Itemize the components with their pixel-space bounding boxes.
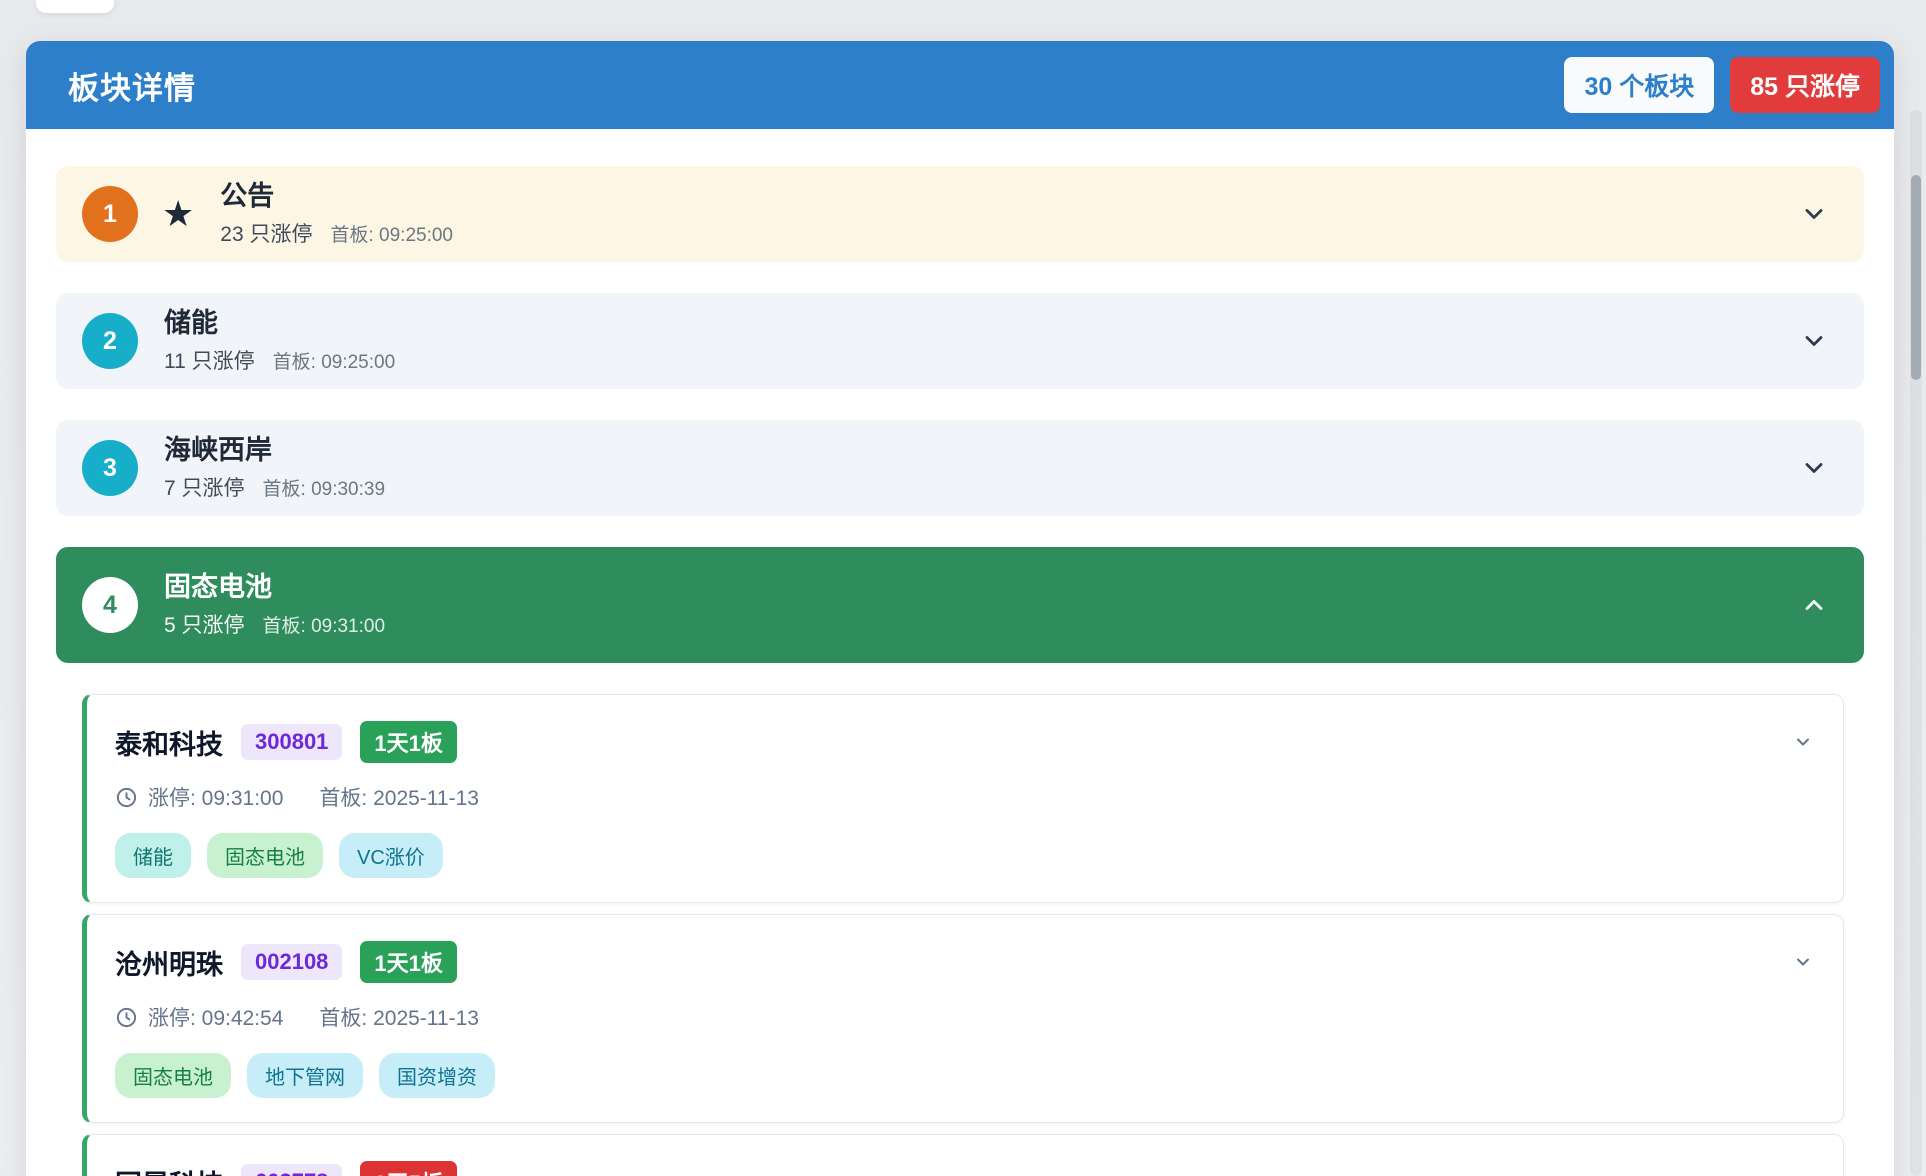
sector-rank-badge: 2 bbox=[82, 313, 138, 369]
header-badges: 30 个板块 85 只涨停 bbox=[1564, 57, 1880, 113]
stock-card[interactable]: 泰和科技 300801 1天1板 涨停: 09:31:00 首板: 2025-1… bbox=[82, 694, 1844, 903]
sector-rank-badge: 4 bbox=[82, 577, 138, 633]
chevron-down-icon[interactable] bbox=[1800, 327, 1828, 355]
sector-text: 储能 11 只涨停 首板: 09:25:00 bbox=[164, 307, 395, 375]
stock-code-badge: 002108 bbox=[241, 944, 342, 980]
concept-tag[interactable]: 固态电池 bbox=[115, 1053, 231, 1098]
stock-card[interactable]: 国晟科技 603778 9天5板 涨停: 09:45:52 首板: 2025-1… bbox=[82, 1134, 1844, 1176]
board-count-badge: 9天5板 bbox=[360, 1161, 456, 1176]
stock-meta: 涨停: 09:42:54 首板: 2025-11-13 bbox=[115, 1002, 1813, 1032]
board-count-badge: 1天1板 bbox=[360, 941, 456, 983]
sector-list: 1 ★ 公告 23 只涨停 首板: 09:25:00 2 储能 11 只涨停 首… bbox=[56, 166, 1864, 663]
scrollbar-track[interactable] bbox=[1910, 110, 1922, 1176]
first-board-date: 首板: 2025-11-13 bbox=[319, 1002, 479, 1032]
sector-subtitle: 11 只涨停 首板: 09:25:00 bbox=[164, 345, 395, 375]
stock-tags: 储能固态电池 VC涨价 bbox=[115, 833, 1813, 878]
stock-meta: 涨停: 09:31:00 首板: 2025-11-13 bbox=[115, 782, 1813, 812]
limit-up-time: 涨停: 09:31:00 bbox=[148, 782, 283, 812]
first-board-date: 首板: 2025-11-13 bbox=[319, 782, 479, 812]
stock-name: 泰和科技 bbox=[115, 723, 223, 762]
sector-row[interactable]: 1 ★ 公告 23 只涨停 首板: 09:25:00 bbox=[56, 166, 1864, 262]
chevron-down-icon[interactable] bbox=[1800, 200, 1828, 228]
sector-text: 海峡西岸 7 只涨停 首板: 09:30:39 bbox=[164, 434, 385, 502]
sector-count-badge: 30 个板块 bbox=[1564, 57, 1714, 113]
sector-text: 固态电池 5 只涨停 首板: 09:31:00 bbox=[164, 571, 385, 639]
sector-first-board-time: 首板: 09:31:00 bbox=[263, 611, 386, 638]
sector-subtitle: 7 只涨停 首板: 09:30:39 bbox=[164, 472, 385, 502]
sector-first-board-time: 首板: 09:30:39 bbox=[263, 474, 386, 501]
panel-body: 1 ★ 公告 23 只涨停 首板: 09:25:00 2 储能 11 只涨停 首… bbox=[26, 129, 1894, 1176]
concept-tag[interactable]: VC涨价 bbox=[339, 833, 443, 878]
stock-card[interactable]: 沧州明珠 002108 1天1板 涨停: 09:42:54 首板: 2025-1… bbox=[82, 914, 1844, 1123]
stock-code-badge: 300801 bbox=[241, 724, 342, 760]
sector-detail-panel: 板块详情 30 个板块 85 只涨停 1 ★ 公告 23 只涨停 首板: 09:… bbox=[26, 41, 1894, 1176]
panel-title: 板块详情 bbox=[68, 63, 196, 108]
sector-rank-badge: 3 bbox=[82, 440, 138, 496]
sector-name: 储能 bbox=[164, 307, 395, 339]
chevron-down-icon[interactable] bbox=[1800, 454, 1828, 482]
concept-tag[interactable]: 国资增资 bbox=[379, 1053, 495, 1098]
sector-name: 公告 bbox=[220, 180, 453, 212]
sector-row[interactable]: 2 储能 11 只涨停 首板: 09:25:00 bbox=[56, 293, 1864, 389]
stock-card-header: 沧州明珠 002108 1天1板 bbox=[115, 941, 1813, 983]
sector-limit-up-count: 11 只涨停 bbox=[164, 345, 255, 375]
sector-subtitle: 23 只涨停 首板: 09:25:00 bbox=[220, 218, 453, 248]
chevron-down-icon[interactable] bbox=[1793, 732, 1813, 752]
stock-list: 泰和科技 300801 1天1板 涨停: 09:31:00 首板: 2025-1… bbox=[56, 694, 1864, 1176]
sector-limit-up-count: 23 只涨停 bbox=[220, 218, 312, 248]
limit-up-count-badge: 85 只涨停 bbox=[1730, 57, 1880, 113]
stock-name: 国晟科技 bbox=[115, 1163, 223, 1176]
chevron-up-icon[interactable] bbox=[1800, 591, 1828, 619]
sector-text: 公告 23 只涨停 首板: 09:25:00 bbox=[220, 180, 453, 248]
sector-subtitle: 5 只涨停 首板: 09:31:00 bbox=[164, 609, 385, 639]
chevron-down-icon[interactable] bbox=[1793, 1172, 1813, 1176]
sector-row[interactable]: 3 海峡西岸 7 只涨停 首板: 09:30:39 bbox=[56, 420, 1864, 516]
stock-name: 沧州明珠 bbox=[115, 943, 223, 982]
sector-first-board-time: 首板: 09:25:00 bbox=[273, 347, 396, 374]
concept-tag[interactable]: 地下管网 bbox=[247, 1053, 363, 1098]
scrolled-card-fragment bbox=[36, 0, 114, 13]
chevron-down-icon[interactable] bbox=[1793, 952, 1813, 972]
stock-card-header: 泰和科技 300801 1天1板 bbox=[115, 721, 1813, 763]
board-count-badge: 1天1板 bbox=[360, 721, 456, 763]
sector-rank-badge: 1 bbox=[82, 186, 138, 242]
sector-limit-up-count: 7 只涨停 bbox=[164, 472, 245, 502]
sector-row[interactable]: 4 固态电池 5 只涨停 首板: 09:31:00 bbox=[56, 547, 1864, 663]
sector-name: 海峡西岸 bbox=[164, 434, 385, 466]
panel-header: 板块详情 30 个板块 85 只涨停 bbox=[26, 41, 1894, 129]
star-icon: ★ bbox=[162, 196, 194, 232]
sector-first-board-time: 首板: 09:25:00 bbox=[330, 220, 453, 247]
stock-card-header: 国晟科技 603778 9天5板 bbox=[115, 1161, 1813, 1176]
scrollbar-thumb[interactable] bbox=[1911, 175, 1921, 380]
concept-tag[interactable]: 固态电池 bbox=[207, 833, 323, 878]
clock-icon bbox=[115, 786, 138, 809]
clock-icon bbox=[115, 1006, 138, 1029]
limit-up-time: 涨停: 09:42:54 bbox=[148, 1002, 283, 1032]
stock-tags: 固态电池地下管网国资增资 bbox=[115, 1053, 1813, 1098]
sector-name: 固态电池 bbox=[164, 571, 385, 603]
stock-code-badge: 603778 bbox=[241, 1164, 342, 1176]
sector-limit-up-count: 5 只涨停 bbox=[164, 609, 245, 639]
concept-tag[interactable]: 储能 bbox=[115, 833, 191, 878]
